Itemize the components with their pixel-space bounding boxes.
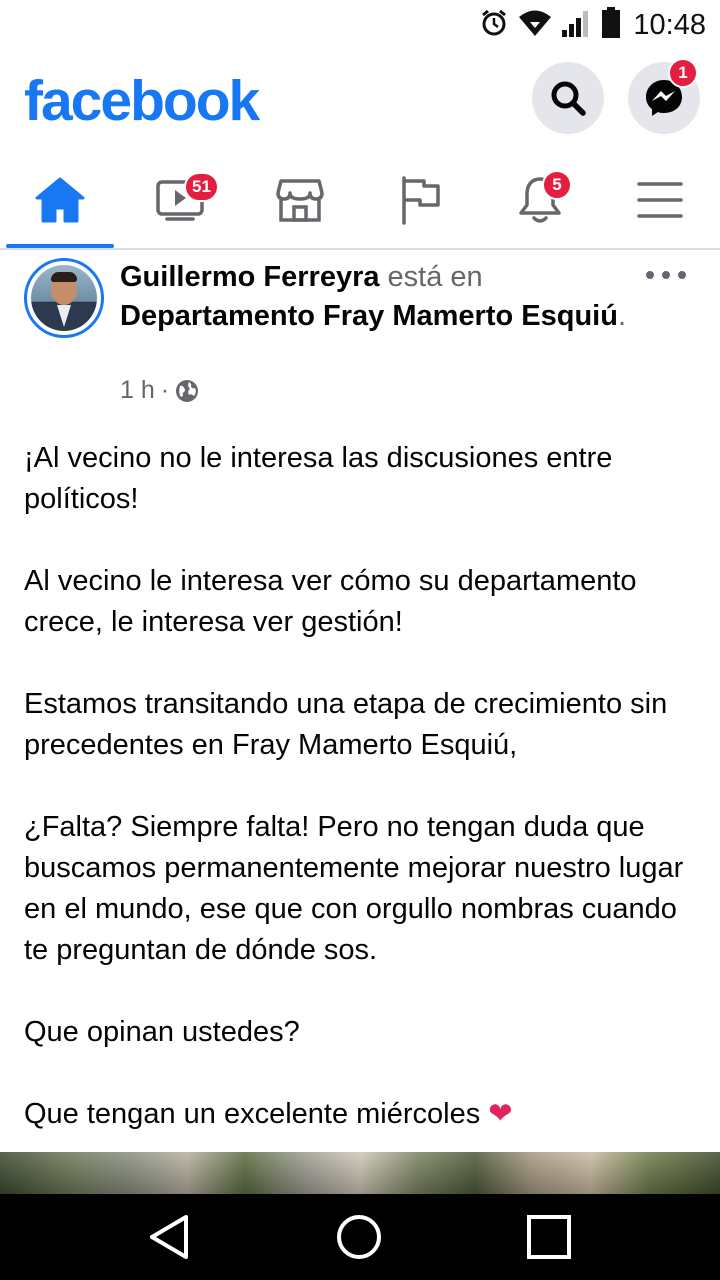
closing-line: Que tengan un excelente miércoles bbox=[24, 1098, 481, 1130]
more-dot-icon bbox=[662, 271, 670, 279]
home-icon bbox=[35, 177, 85, 223]
recents-button[interactable] bbox=[524, 1212, 574, 1262]
active-tab-indicator bbox=[6, 244, 114, 248]
post-meta: 1 h · bbox=[120, 376, 199, 405]
avatar[interactable] bbox=[24, 258, 104, 338]
tab-notifications[interactable]: 5 bbox=[480, 152, 600, 248]
post-paragraph-last: Que tengan un excelente miércoles ❤ bbox=[24, 1094, 704, 1135]
heart-emoji: ❤ bbox=[488, 1098, 513, 1130]
status-time: 10:48 bbox=[633, 8, 706, 41]
feed-post: Guillermo Ferreyra está en Departamento … bbox=[0, 252, 720, 1152]
alarm-icon bbox=[479, 8, 509, 43]
tab-watch[interactable]: 51 bbox=[120, 152, 240, 248]
battery-icon bbox=[601, 6, 621, 44]
more-dot-icon bbox=[678, 271, 686, 279]
meta-separator: · bbox=[160, 376, 170, 404]
system-navigation-bar bbox=[0, 1194, 720, 1280]
menu-icon bbox=[637, 182, 683, 218]
post-time[interactable]: 1 h bbox=[120, 376, 155, 405]
post-paragraph: Al vecino le interesa ver cómo su depart… bbox=[24, 565, 637, 638]
signal-icon bbox=[561, 8, 593, 43]
tab-marketplace[interactable] bbox=[240, 152, 360, 248]
store-icon bbox=[276, 179, 324, 222]
search-icon bbox=[551, 81, 586, 116]
post-photo[interactable] bbox=[0, 1152, 720, 1194]
back-button[interactable] bbox=[144, 1212, 194, 1262]
post-paragraph: ¿Falta? Siempre falta! Pero no tengan du… bbox=[24, 811, 684, 966]
location-link[interactable]: Departamento Fray Mamerto Esquiú bbox=[120, 300, 618, 332]
notifications-badge: 5 bbox=[542, 170, 572, 200]
facebook-logo[interactable]: facebook bbox=[24, 68, 260, 134]
author-name[interactable]: Guillermo Ferreyra bbox=[120, 261, 380, 293]
status-icons: 10:48 bbox=[479, 6, 706, 44]
wifi-icon bbox=[517, 8, 553, 43]
header-period: . bbox=[617, 300, 627, 332]
messenger-button[interactable]: 1 bbox=[628, 58, 700, 134]
home-circle-icon bbox=[337, 1215, 381, 1259]
home-button[interactable] bbox=[334, 1212, 384, 1262]
post-text: ¡Al vecino no le interesa las discusione… bbox=[24, 438, 704, 1135]
app-header: facebook 1 bbox=[0, 50, 720, 150]
tab-home[interactable] bbox=[0, 152, 120, 248]
checkin-connector: está en bbox=[379, 261, 483, 293]
recents-icon bbox=[527, 1215, 571, 1259]
post-header: Guillermo Ferreyra está en Departamento … bbox=[120, 258, 660, 336]
tab-pages[interactable] bbox=[360, 152, 480, 248]
tab-bar: 51 5 bbox=[0, 152, 720, 250]
back-icon bbox=[150, 1215, 188, 1259]
watch-badge: 51 bbox=[184, 172, 219, 202]
tab-menu[interactable] bbox=[600, 152, 720, 248]
more-dot-icon bbox=[646, 271, 654, 279]
post-paragraph: Que opinan ustedes? bbox=[24, 1016, 300, 1048]
globe-icon bbox=[176, 379, 199, 402]
search-button[interactable] bbox=[532, 62, 604, 134]
post-paragraph: ¡Al vecino no le interesa las discusione… bbox=[24, 442, 613, 515]
post-options-button[interactable] bbox=[646, 260, 686, 290]
messenger-badge: 1 bbox=[668, 58, 698, 88]
flag-icon bbox=[402, 176, 440, 225]
status-bar: 10:48 bbox=[0, 0, 720, 50]
profile-photo bbox=[31, 265, 97, 331]
post-paragraph: Estamos transitando una etapa de crecimi… bbox=[24, 688, 668, 761]
